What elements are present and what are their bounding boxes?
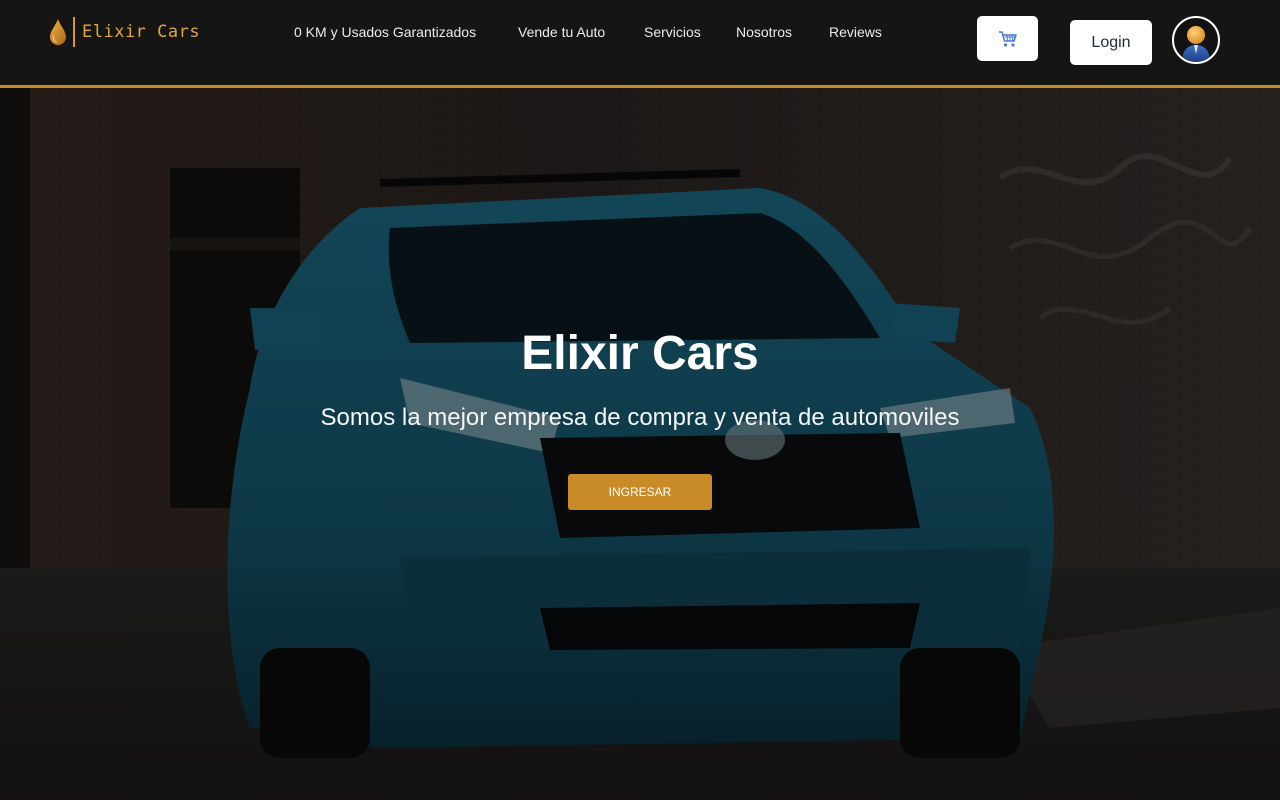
hero-section: Elixir Cars Somos la mejor empresa de co… bbox=[0, 88, 1280, 800]
nav-link-vende-tu-auto[interactable]: Vende tu Auto bbox=[518, 24, 605, 40]
logo-divider bbox=[73, 17, 75, 47]
nav-link-reviews[interactable]: Reviews bbox=[829, 24, 882, 40]
nav-link-servicios[interactable]: Servicios bbox=[644, 24, 701, 40]
brand-logo[interactable]: Elixir Cars bbox=[48, 16, 200, 48]
user-avatar[interactable] bbox=[1172, 16, 1220, 64]
cart-icon bbox=[998, 30, 1017, 47]
brand-name: Elixir Cars bbox=[82, 22, 201, 42]
login-button[interactable]: Login bbox=[1070, 20, 1152, 65]
nav-link-0km-usados[interactable]: 0 KM y Usados Garantizados bbox=[294, 24, 476, 40]
nav-link-nosotros[interactable]: Nosotros bbox=[736, 24, 792, 40]
drop-icon bbox=[50, 19, 66, 45]
user-avatar-icon bbox=[1182, 26, 1210, 62]
ingresar-button[interactable]: INGRESAR bbox=[568, 474, 712, 510]
hero-subtitle: Somos la mejor empresa de compra y venta… bbox=[320, 404, 960, 431]
cart-button[interactable] bbox=[977, 16, 1038, 61]
hero-title: Elixir Cars bbox=[521, 327, 759, 380]
hero-overlay bbox=[0, 88, 1280, 800]
site-header: Elixir Cars 0 KM y Usados Garantizados V… bbox=[0, 0, 1280, 88]
